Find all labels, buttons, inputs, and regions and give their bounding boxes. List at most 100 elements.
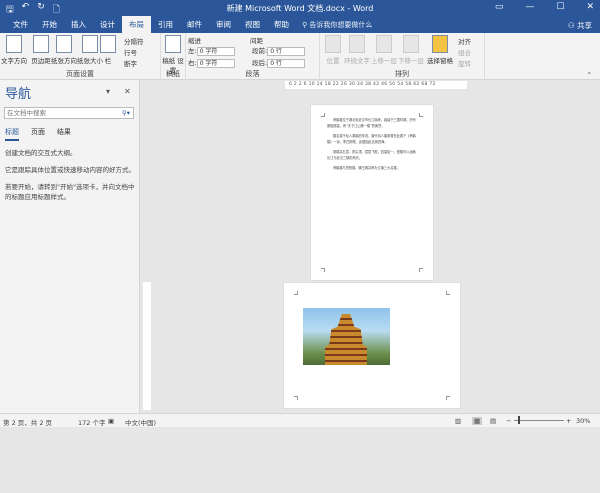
tab-design[interactable]: 设计 [93,16,122,33]
wrap-text-icon [349,35,365,53]
columns-button[interactable]: 栏 [98,35,118,65]
indent-right-input[interactable]: 0 字符 [196,58,235,68]
paper-size-icon [82,35,98,53]
paragraph[interactable]: 黄鹤楼与岳阳楼、滕王阁并称为江南三大名楼。 [327,166,419,172]
search-icon[interactable]: ⚲▾ [122,108,130,119]
language[interactable]: 中文(中国) [125,417,156,427]
nav-options-icon[interactable]: ▾ [106,87,110,96]
group-label: 段落 [245,70,260,78]
spacing-label: 间距 [250,37,263,45]
group-button[interactable]: 组合 [458,47,471,57]
page-2 [284,283,460,408]
hyphenation-button[interactable]: 断字 [124,58,137,68]
spacing-after-input[interactable]: 0 行 [267,58,306,68]
paragraph[interactable]: 现楼高五层，攒尖顶，层层飞檐，四望如一，登楼可以远眺长江与武汉三镇的风光。 [327,150,419,161]
page-setup-group: 文字方向 页边距 纸张方向 纸张大小 栏 分隔符 行号 断字 页面设置 [0,33,161,80]
tab-references[interactable]: 引用 [151,16,180,33]
group-label: 排列 [395,70,409,78]
zoom-slider[interactable] [514,420,564,421]
margin-mark [446,396,450,400]
nav-hint: 若要开始，请转到"开始"选项卡，并向文档中的标题应用标题样式。 [5,183,135,201]
selection-pane-button[interactable]: 选择窗格 [425,35,455,65]
wrap-text-button[interactable]: 环绕文字 [344,35,370,65]
nav-tab-headings[interactable]: 标题 [5,127,19,141]
zoom-in-button[interactable]: + [566,417,571,425]
margin-mark [419,268,423,272]
person-icon: ⚇ [567,21,575,30]
paragraph-group: 缩进 间距 左: 0 字符 右: 0 字符 段前: 0 行 段后: 0 行 段落 [186,33,320,80]
title-bar: 🖫 ↶ ↻ 🗋 新建 Microsoft Word 文档.docx - Word… [0,0,600,16]
send-backward-button[interactable]: 下移一层 [397,35,425,65]
manuscript-icon [165,35,181,53]
nav-tab-pages[interactable]: 页面 [31,127,45,141]
margin-mark [294,396,298,400]
vertical-ruler[interactable] [143,282,151,410]
tab-review[interactable]: 审阅 [209,16,238,33]
zoom-level[interactable]: 30% [576,417,590,425]
align-button[interactable]: 对齐 [458,36,471,46]
tell-me-search[interactable]: ⚲ 告诉我你想要做什么 [302,20,372,30]
tab-home[interactable]: 开始 [35,16,64,33]
group-label: 稿纸 [166,70,180,78]
share-button[interactable]: ⚇ 共享 [568,20,592,31]
selection-pane-icon [432,35,448,53]
bring-forward-button[interactable]: 上移一层 [370,35,398,65]
yellow-crane-tower-image[interactable] [303,308,390,365]
vertical-scrollbar[interactable] [592,160,600,493]
bring-forward-icon [376,35,392,53]
zoom-slider-thumb[interactable] [518,416,520,424]
breaks-button[interactable]: 分隔符 [124,36,144,46]
nav-hint: 创建文档的交互式大纲。 [5,149,77,157]
proofing-icon[interactable]: ▣ [108,417,114,425]
indent-left-input[interactable]: 0 字符 [196,46,235,56]
spacing-after-label: 段后: [252,59,268,67]
nav-close-icon[interactable]: ✕ [124,87,131,96]
word-count[interactable]: 172 个字 [78,417,105,427]
manuscript-group: 稿纸 设置 稿纸 [161,33,186,80]
orientation-button[interactable]: 纸张方向 [50,35,78,65]
tab-insert[interactable]: 插入 [64,16,93,33]
line-numbers-button[interactable]: 行号 [124,47,137,57]
spacing-before-input[interactable]: 0 行 [267,46,306,56]
minimize-button[interactable]: — [525,2,534,12]
tab-help[interactable]: 帮助 [267,16,296,33]
group-label: 页面设置 [66,70,94,78]
maximize-button[interactable]: ☐ [556,2,564,12]
horizontal-ruler[interactable]: 6 2 2 6 10 14 18 22 26 30 34 38 42 46 50… [285,81,467,89]
indent-right-label: 右: [188,59,197,67]
tab-layout[interactable]: 布局 [122,16,151,33]
nav-hint: 它是跟踪具体位置或快速移动内容的好方式。 [5,166,135,174]
position-button[interactable]: 位置 [322,35,344,65]
tab-mailings[interactable]: 邮件 [180,16,209,33]
text-direction-button[interactable]: 文字方向 [0,35,28,65]
paragraph[interactable]: 楼名源于仙人乘鹤的传说，唐代诗人崔颢曾在此题下《黄鹤楼》一诗，李白搁笔，此楼因此… [327,134,419,145]
margin-mark [321,268,325,272]
arrange-group: 位置 环绕文字 上移一层 下移一层 选择窗格 对齐 组合 旋转 排列 [320,33,485,80]
collapse-ribbon-icon[interactable]: ⌃ [587,71,592,79]
document-area: 6 2 2 6 10 14 18 22 26 30 34 38 42 46 50… [141,80,600,493]
columns-icon [100,35,116,53]
margin-mark [446,291,450,295]
tab-view[interactable]: 视图 [238,16,267,33]
web-layout-icon[interactable]: ▤ [490,417,496,425]
nav-tab-results[interactable]: 结果 [57,127,71,141]
tower-shape [325,314,367,365]
ribbon-display-icon[interactable]: ▭ [495,2,504,12]
paragraph[interactable]: 黄鹤楼位于湖北省武汉市长江南岸，始建于三国时期，历代屡毁屡建，有“天下江山第一楼… [327,118,419,129]
indent-label: 缩进 [188,37,201,45]
margin-mark [321,113,325,117]
page-1: 黄鹤楼位于湖北省武汉市长江南岸，始建于三国时期，历代屡毁屡建，有“天下江山第一楼… [311,105,433,280]
position-icon [325,35,341,53]
ribbon-tabs: 文件 开始 插入 设计 布局 引用 邮件 审阅 视图 帮助 ⚲ 告诉我你想要做什… [0,16,600,33]
margin-mark [294,291,298,295]
zoom-out-button[interactable]: − [506,417,511,425]
page-count[interactable]: 第 2 页，共 2 页 [3,417,52,427]
read-mode-icon[interactable]: ▥ [455,417,461,425]
print-layout-icon[interactable]: ▦ [472,417,483,425]
spacing-before-label: 段前: [252,47,268,55]
rotate-button[interactable]: 旋转 [458,58,471,68]
nav-title: 导航 [5,87,32,102]
tab-file[interactable]: 文件 [6,16,35,33]
nav-search-input[interactable]: 在文档中搜索 ⚲▾ [4,107,134,119]
close-button[interactable]: ✕ [586,2,594,12]
